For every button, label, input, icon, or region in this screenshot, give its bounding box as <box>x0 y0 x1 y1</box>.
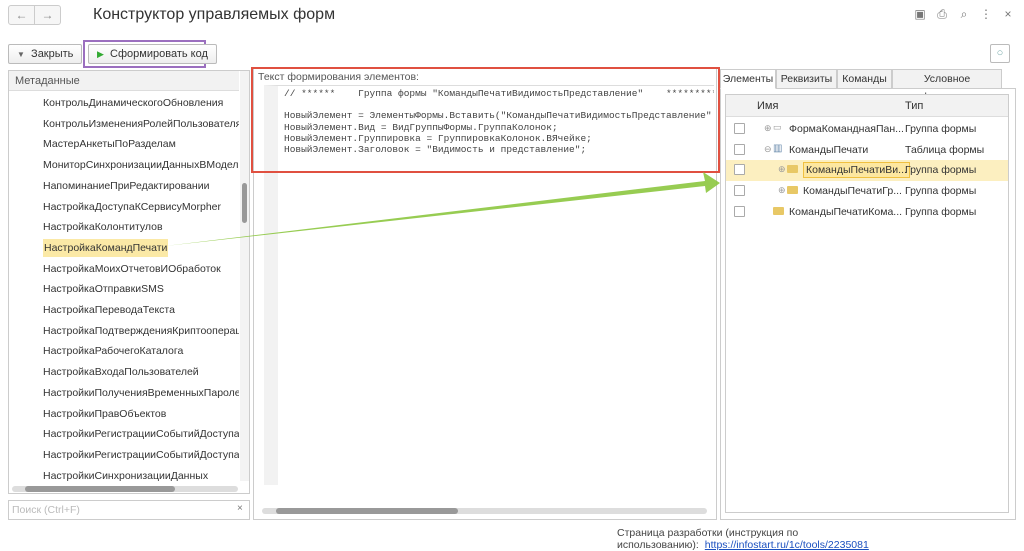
footer-link[interactable]: https://infostart.ru/1c/tools/2235081 <box>705 539 869 551</box>
footer: Страница разработки (инструкция по испол… <box>617 527 1024 551</box>
pointer-arrow <box>165 172 720 246</box>
